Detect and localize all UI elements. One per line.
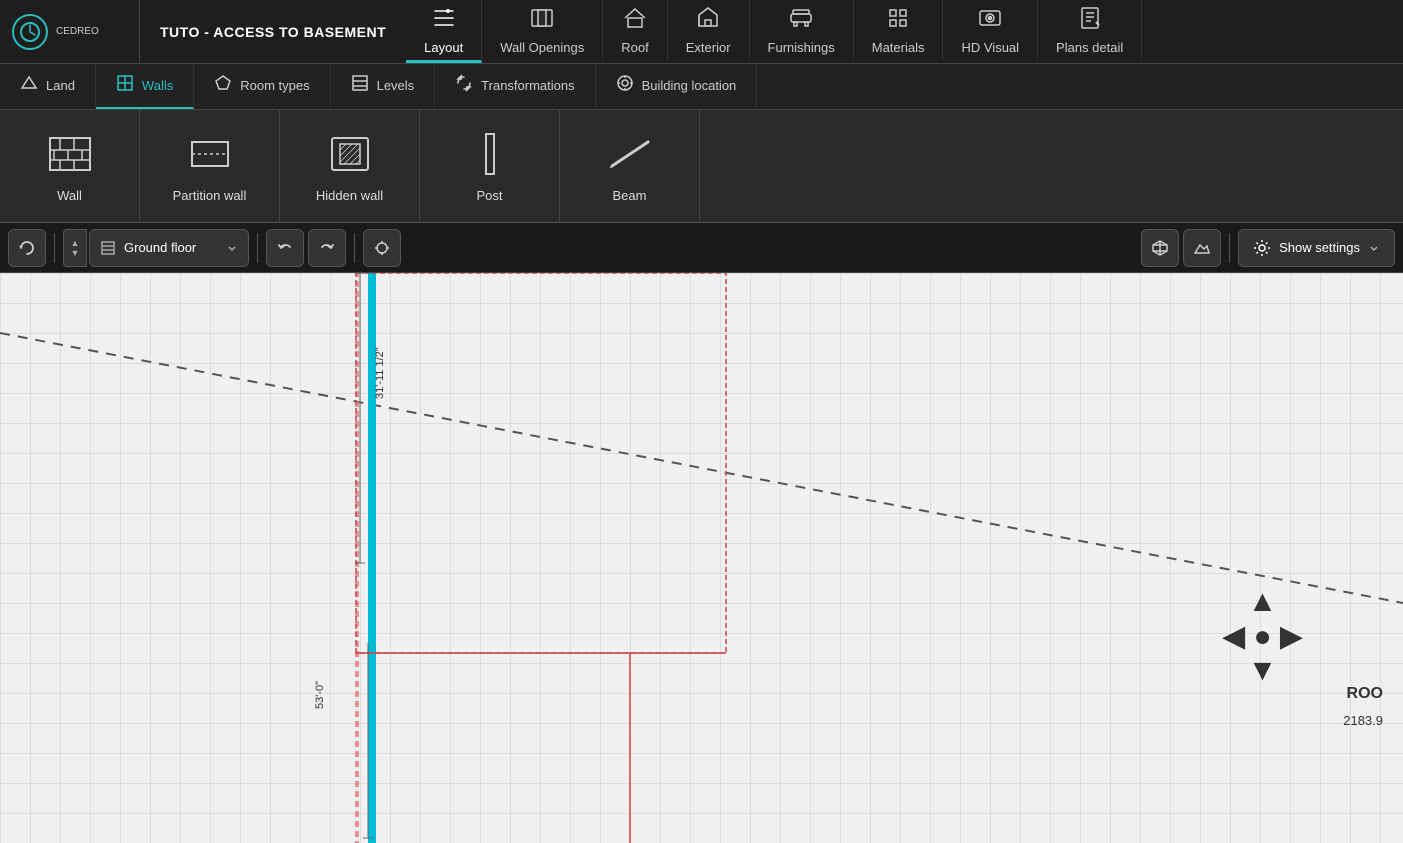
second-toolbar: Land Walls Room types Levels bbox=[0, 64, 1403, 110]
logo-icon bbox=[12, 14, 48, 50]
tab-walls[interactable]: Walls bbox=[96, 64, 194, 109]
separator-4 bbox=[1229, 233, 1230, 263]
roof-icon bbox=[623, 6, 647, 36]
logo-text: CEDREO bbox=[56, 26, 99, 38]
snap-button[interactable] bbox=[363, 229, 401, 267]
wall-item-partition[interactable]: Partition wall bbox=[140, 110, 280, 222]
show-settings-button[interactable]: Show settings bbox=[1238, 229, 1395, 267]
nav-roof[interactable]: Roof bbox=[603, 0, 667, 63]
room-types-icon bbox=[214, 74, 232, 97]
land-icon bbox=[20, 74, 38, 97]
building-location-icon bbox=[616, 74, 634, 97]
dim-horizontal: 53'-0" bbox=[314, 681, 326, 709]
partition-wall-icon bbox=[186, 130, 234, 178]
wall-item-wall[interactable]: Wall bbox=[0, 110, 140, 222]
canvas-drawing bbox=[0, 273, 1403, 843]
logo-area: CEDREO bbox=[0, 0, 140, 63]
top-nav: CEDREO TUTO - ACCESS TO BASEMENT Layout bbox=[0, 0, 1403, 64]
mountain-view-button[interactable] bbox=[1183, 229, 1221, 267]
wall-openings-icon bbox=[530, 6, 554, 36]
beam-icon bbox=[606, 130, 654, 178]
walls-icon bbox=[116, 74, 134, 97]
3d-view-button[interactable] bbox=[1141, 229, 1179, 267]
room-dims: 2183.9 bbox=[1343, 713, 1383, 728]
wall-icon bbox=[46, 130, 94, 178]
hidden-wall-icon bbox=[326, 130, 374, 178]
wall-item-beam[interactable]: Beam bbox=[560, 110, 700, 222]
floor-selector[interactable]: Ground floor bbox=[89, 229, 249, 267]
separator-2 bbox=[257, 233, 258, 263]
nav-wall-openings[interactable]: Wall Openings bbox=[482, 0, 603, 63]
walls-toolbar: Wall Partition wall Hidden wall Post Bea… bbox=[0, 110, 1403, 223]
nav-hd-visual[interactable]: HD Visual bbox=[943, 0, 1038, 63]
room-label: ROO bbox=[1347, 685, 1383, 703]
undo-button[interactable] bbox=[266, 229, 304, 267]
floor-updown[interactable]: ▲▼ bbox=[63, 229, 87, 267]
dim-vertical: 31'-11 1/2" bbox=[374, 347, 386, 399]
wall-item-hidden[interactable]: Hidden wall bbox=[280, 110, 420, 222]
tab-transformations[interactable]: Transformations bbox=[435, 64, 595, 109]
separator-1 bbox=[54, 233, 55, 263]
tab-levels[interactable]: Levels bbox=[331, 64, 436, 109]
move-cursor-indicator: ▲ ◀ ● ▶ ▼ bbox=[1222, 585, 1303, 688]
app-title: TUTO - ACCESS TO BASEMENT bbox=[140, 0, 406, 63]
tab-room-types[interactable]: Room types bbox=[194, 64, 330, 109]
nav-items: Layout Wall Openings Roof bbox=[406, 0, 1403, 63]
canvas-area[interactable]: 31'-11 1/2" 53'-0" ▲ ◀ ● ▶ ▼ ROO 2183.9 bbox=[0, 273, 1403, 843]
plans-detail-icon bbox=[1078, 6, 1102, 36]
wall-item-post[interactable]: Post bbox=[420, 110, 560, 222]
tab-land[interactable]: Land bbox=[0, 64, 96, 109]
refresh-button[interactable] bbox=[8, 229, 46, 267]
nav-plans-detail[interactable]: Plans detail bbox=[1038, 0, 1142, 63]
materials-icon bbox=[886, 6, 910, 36]
hd-visual-icon bbox=[978, 6, 1002, 36]
separator-3 bbox=[354, 233, 355, 263]
post-icon bbox=[466, 130, 514, 178]
redo-button[interactable] bbox=[308, 229, 346, 267]
layout-icon bbox=[432, 6, 456, 36]
transformations-icon bbox=[455, 74, 473, 97]
nav-layout[interactable]: Layout bbox=[406, 0, 482, 63]
levels-icon bbox=[351, 74, 369, 97]
exterior-icon bbox=[696, 6, 720, 36]
furnishings-icon bbox=[789, 6, 813, 36]
nav-materials[interactable]: Materials bbox=[854, 0, 944, 63]
action-bar: ▲▼ Ground floor bbox=[0, 223, 1403, 273]
nav-furnishings[interactable]: Furnishings bbox=[750, 0, 854, 63]
nav-exterior[interactable]: Exterior bbox=[668, 0, 750, 63]
tab-building-location[interactable]: Building location bbox=[596, 64, 758, 109]
